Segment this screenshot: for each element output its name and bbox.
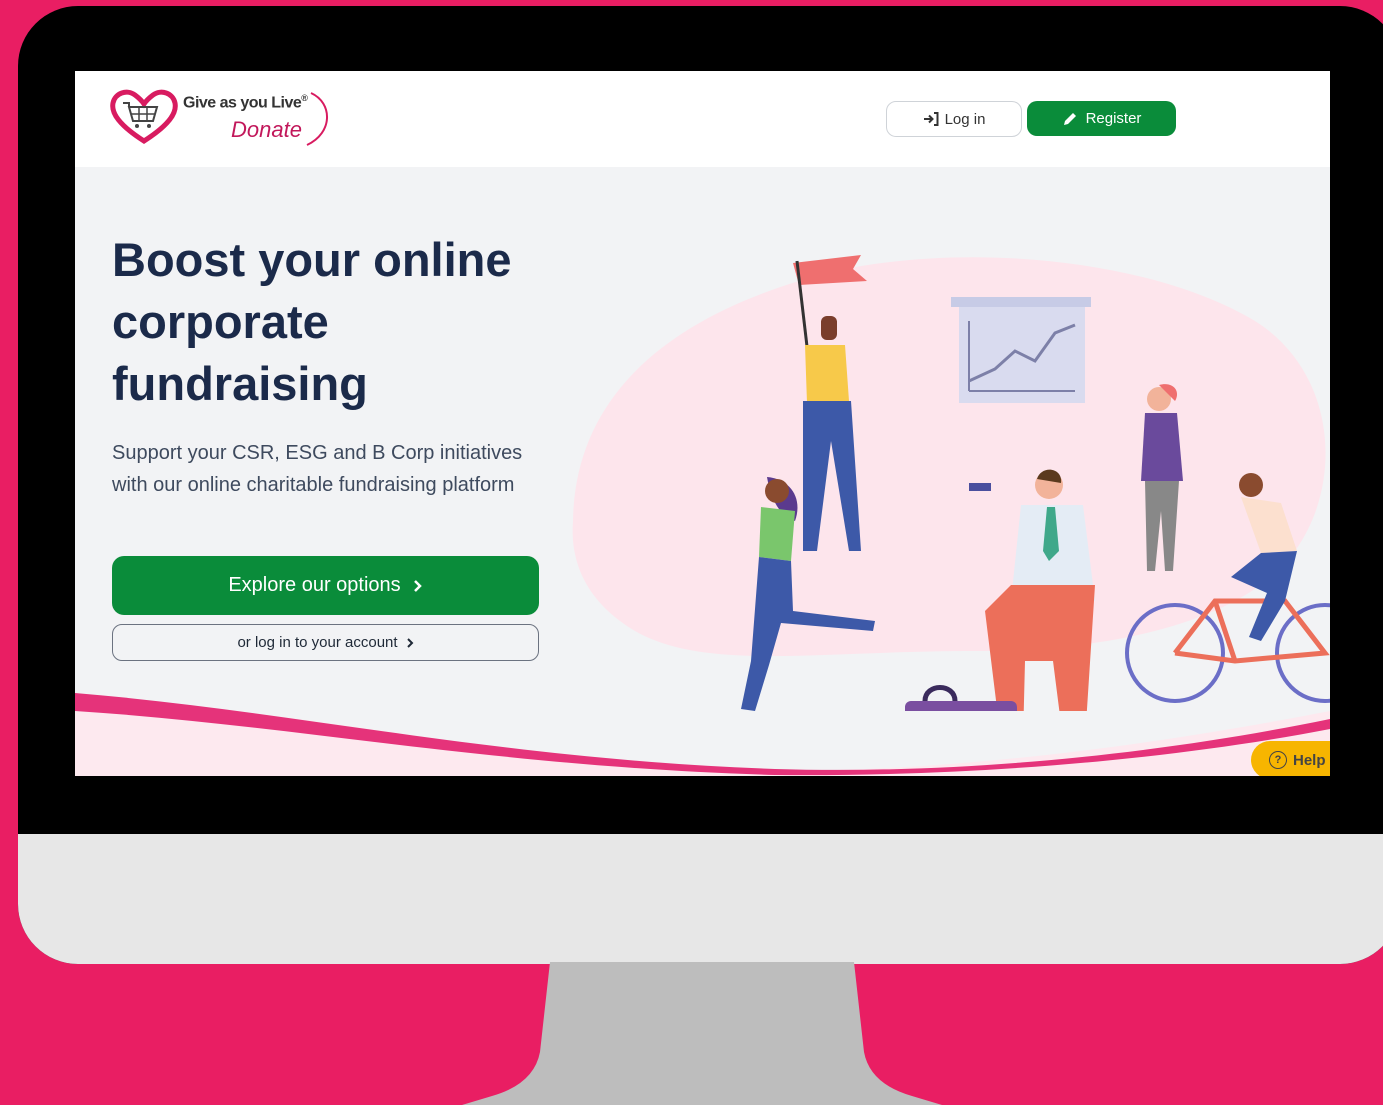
help-label: Help — [1293, 751, 1326, 769]
question-circle-icon: ? — [1269, 751, 1287, 769]
top-navigation-bar: Give as you Live® Donate Log in Register — [75, 71, 1330, 167]
account-login-label: or log in to your account — [237, 634, 398, 651]
background-blob — [572, 257, 1326, 656]
explore-options-label: Explore our options — [228, 574, 401, 596]
brand-logo[interactable]: Give as you Live® Donate — [109, 89, 349, 153]
heart-basket-icon — [110, 89, 178, 144]
chevron-right-icon — [413, 579, 422, 592]
logo-swoosh — [306, 92, 328, 146]
hero-illustration — [572, 255, 1330, 711]
brand-name-secondary: Donate — [231, 117, 302, 142]
hero-subtitle: Support your CSR, ESG and B Corp initiat… — [112, 442, 523, 496]
register-label: Register — [1085, 110, 1142, 127]
decorative-wave — [75, 693, 1330, 776]
register-button[interactable]: Register — [1027, 101, 1176, 136]
explore-options-button[interactable]: Explore our options — [112, 556, 539, 615]
sign-in-icon — [923, 112, 939, 126]
brand-name-primary: Give as you Live® — [183, 93, 308, 112]
page-title: Boost your online corporate fundraising — [112, 233, 512, 410]
monitor-stand — [462, 962, 942, 1105]
login-label: Log in — [944, 110, 986, 128]
pencil-icon — [1063, 112, 1076, 125]
browser-screen: Give as you Live® Donate Log in Register — [75, 71, 1330, 776]
help-button[interactable]: ? Help — [1251, 741, 1330, 776]
presentation-board — [951, 297, 1091, 403]
chevron-right-icon — [406, 637, 413, 648]
account-login-link[interactable]: or log in to your account — [112, 624, 539, 661]
monitor-chin — [18, 834, 1383, 964]
login-button[interactable]: Log in — [886, 101, 1022, 137]
